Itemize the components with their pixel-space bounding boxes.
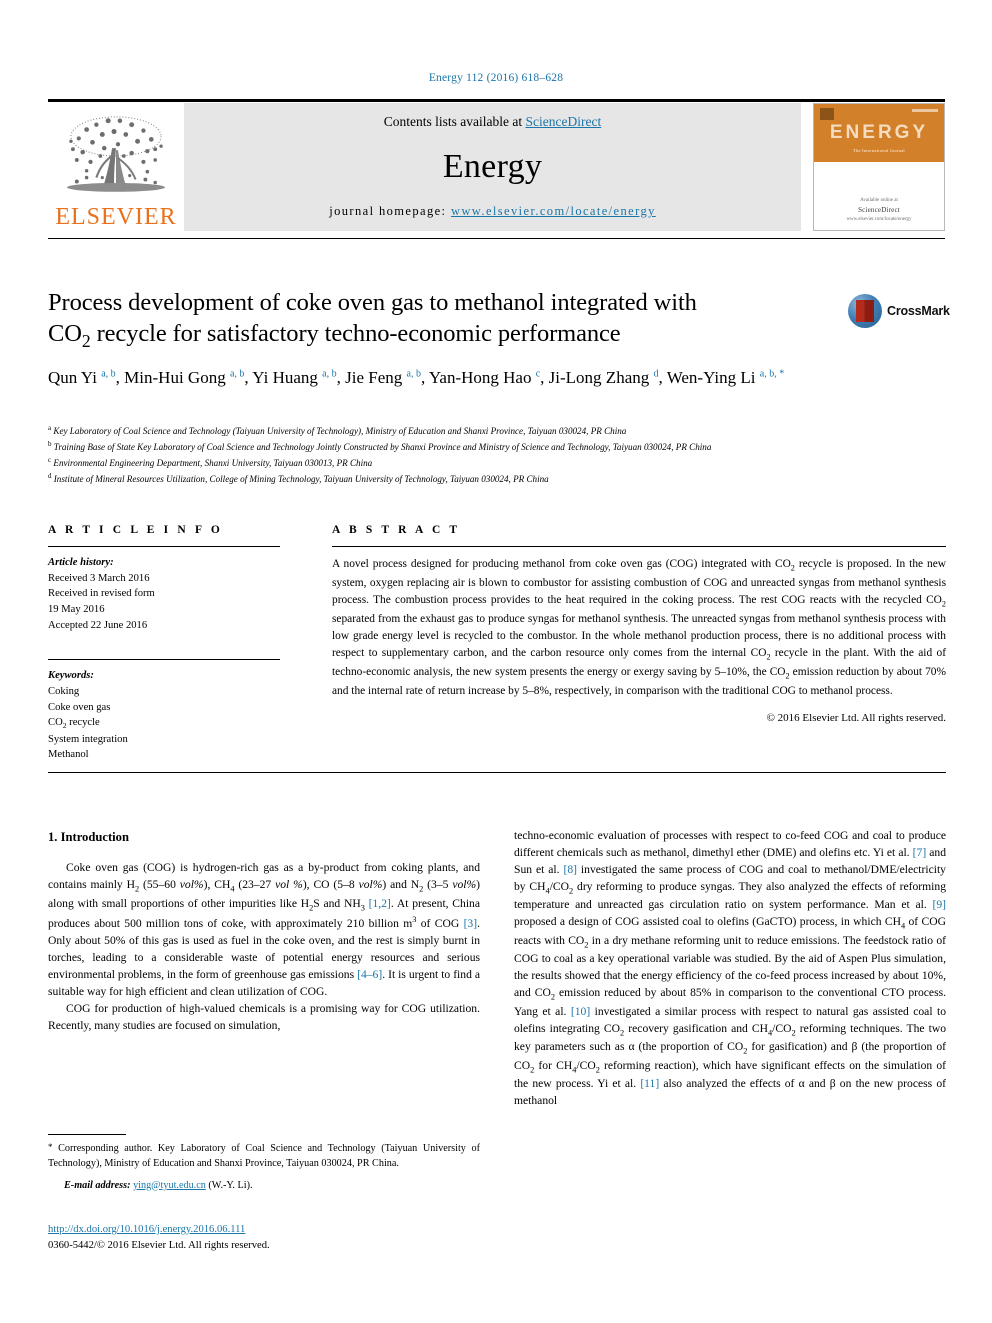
email-link[interactable]: ying@tyut.edu.cn [133, 1180, 206, 1191]
body-paragraph: Coke oven gas (COG) is hydrogen-rich gas… [48, 861, 481, 998]
homepage-prefix: journal homepage: [329, 204, 451, 218]
crossmark-label: CrossMark [887, 304, 950, 318]
article-info-divider [48, 546, 280, 547]
cover-journal-subtitle: The International Journal [853, 148, 905, 153]
article-title-line2-post: recycle for satisfactory techno-economic… [90, 319, 621, 347]
email-label: E-mail address: [64, 1179, 131, 1191]
article-history-items: Received 3 March 2016 Received in revised… [48, 571, 280, 634]
author-list: Qun Yi a, b, Min-Hui Gong a, b, Yi Huang… [48, 368, 785, 387]
cover-emblem-icon [820, 108, 834, 120]
journal-cover-thumbnail: ENERGY The International Journal Availab… [813, 103, 945, 231]
keyword-item: Coking [48, 686, 80, 698]
crossmark-badge[interactable]: CrossMark [848, 292, 950, 330]
contents-line: Contents lists available at ScienceDirec… [384, 114, 601, 130]
affiliation-item: d Institute of Mineral Resources Utiliza… [48, 471, 549, 484]
journal-article-page: Energy 112 (2016) 618–628 ELSEVIER Conte… [0, 0, 992, 1323]
masthead: ELSEVIER Contents lists available at Sci… [48, 103, 945, 231]
article-info-column: A R T I C L E I N F O Article history: R… [48, 524, 280, 763]
footnote-rule [48, 1134, 126, 1135]
article-title-line1: Process development of coke oven gas to … [48, 289, 697, 316]
cover-barcode-icon [912, 109, 938, 112]
running-head: Energy 112 (2016) 618–628 [428, 72, 564, 84]
affiliation-list: a Key Laboratory of Coal Science and Tec… [48, 423, 948, 487]
journal-homepage-line: journal homepage: www.elsevier.com/locat… [329, 204, 656, 219]
affiliation-item: c Environmental Engineering Department, … [48, 455, 373, 468]
cover-journal-title: ENERGY [829, 122, 929, 143]
article-history: Article history: Received 3 March 2016 Re… [48, 555, 280, 633]
abstract-heading: A B S T R A C T [332, 524, 461, 536]
abstract-column: A B S T R A C T A novel process designed… [332, 524, 946, 724]
body-paragraph: COG for production of high-valued chemic… [48, 1001, 480, 1032]
corresponding-author-note: * Corresponding author. Key Laboratory o… [48, 1142, 480, 1169]
article-history-item: Accepted 22 June 2016 [48, 619, 148, 631]
abstract-copyright: © 2016 Elsevier Ltd. All rights reserved… [766, 712, 946, 725]
body-paragraph: techno-economic evaluation of processes … [514, 829, 947, 1107]
keyword-item: System integration [48, 733, 128, 745]
elsevier-logo: ELSEVIER [48, 103, 184, 231]
cover-footer-line1: Available online at [860, 197, 898, 203]
journal-title: Energy [442, 148, 543, 185]
article-history-item: 19 May 2016 [48, 604, 105, 616]
article-info-heading: A R T I C L E I N F O [48, 524, 223, 536]
body-right-paragraphs: techno-economic evaluation of processes … [514, 828, 946, 1110]
cover-footer: Available online at ScienceDirect www.el… [814, 197, 944, 224]
journal-homepage-link[interactable]: www.elsevier.com/locate/energy [451, 204, 656, 218]
affiliation-item: a Key Laboratory of Coal Science and Tec… [48, 424, 627, 437]
keyword-item: Coke oven gas [48, 701, 111, 713]
article-history-item: Received 3 March 2016 [48, 572, 150, 584]
body-column-right: techno-economic evaluation of processes … [514, 828, 946, 1110]
contents-prefix: Contents lists available at [383, 114, 526, 129]
keywords-items: Coking Coke oven gas CO2 recycle System int… [48, 684, 280, 763]
article-history-item: Received in revised form [48, 588, 155, 600]
affiliation-item: b Training Base of State Key Laboratory … [48, 439, 712, 452]
section-divider [48, 772, 946, 773]
elsevier-wordmark: ELSEVIER [55, 204, 177, 230]
keyword-item: Methanol [48, 749, 89, 761]
masthead-center: Contents lists available at ScienceDirec… [184, 103, 801, 231]
article-history-label: Article history: [48, 557, 114, 568]
abstract-text: A novel process designed for producing m… [332, 558, 946, 697]
keywords-divider [48, 659, 280, 661]
keywords-label: Keywords: [48, 670, 94, 682]
article-title-line2-pre: CO [48, 319, 82, 347]
doi-link[interactable]: http://dx.doi.org/10.1016/j.energy.2016.… [48, 1224, 245, 1235]
cover-banner: ENERGY The International Journal [814, 104, 944, 162]
body-left-paragraphs: Coke oven gas (COG) is hydrogen-rich gas… [48, 860, 480, 1034]
issn-copyright-line: 0360-5442/© 2016 Elsevier Ltd. All right… [48, 1239, 270, 1251]
body-column-left: 1. Introduction Coke oven gas (COG) is h… [48, 828, 480, 1035]
elsevier-tree-icon [67, 116, 165, 192]
sciencedirect-link[interactable]: ScienceDirect [526, 114, 602, 129]
keyword-item: CO2 recycle [48, 717, 100, 731]
article-title: Process development of coke oven gas to … [48, 288, 808, 352]
email-suffix: (W.-Y. Li). [208, 1179, 253, 1191]
crossmark-icon [848, 294, 882, 328]
crossmark-book-icon [856, 300, 874, 322]
footnote-block: * Corresponding author. Key Laboratory o… [48, 1141, 480, 1194]
section-heading-introduction: 1. Introduction [48, 830, 129, 844]
article-title-subscript: 2 [81, 330, 91, 351]
cover-footer-line3: www.elsevier.com/locate/energy [846, 217, 912, 222]
abstract-divider [332, 546, 946, 547]
cover-footer-line2: ScienceDirect [858, 205, 900, 214]
doi-block: http://dx.doi.org/10.1016/j.energy.2016.… [48, 1222, 488, 1254]
keywords-block: Keywords: Coking Coke oven gas CO2 recycle… [48, 659, 280, 763]
email-line: E-mail address: ying@tyut.edu.cn (W.-Y. … [48, 1179, 480, 1194]
